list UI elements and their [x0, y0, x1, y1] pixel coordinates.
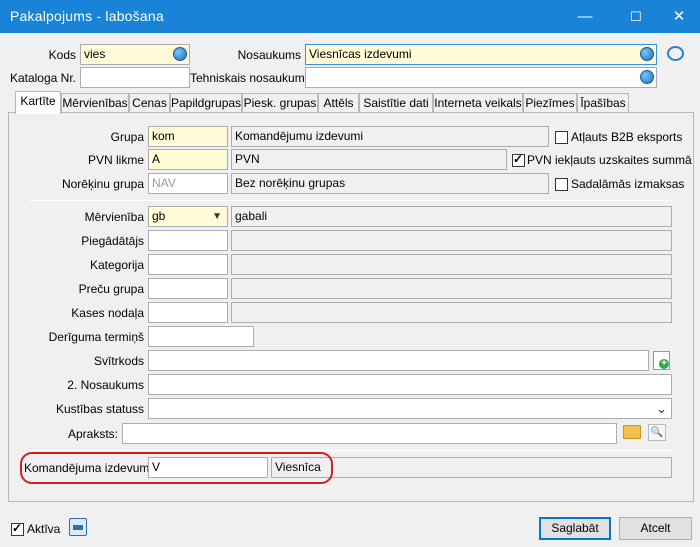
tab-piezimes[interactable]: Piezīmes: [523, 93, 577, 113]
tab-mervienibas[interactable]: Mērvienības: [61, 93, 129, 113]
pvn-code-input[interactable]: A: [148, 149, 228, 170]
tab-papildgrupas[interactable]: Papildgrupas: [170, 93, 242, 113]
tab-saistitie-dati[interactable]: Saistītie dati: [359, 93, 433, 113]
piegadatajs-input[interactable]: [148, 230, 228, 251]
tab-piesk-grupas[interactable]: Piesk. grupas: [242, 93, 318, 113]
nosaukums2-input[interactable]: [148, 374, 672, 395]
kustibas-select[interactable]: ⌄: [148, 398, 672, 419]
aktiva-label: Aktīva: [27, 522, 61, 536]
sadalamas-label: Sadalāmās izmaksas: [571, 177, 685, 191]
chat-icon[interactable]: [667, 46, 684, 61]
save-button[interactable]: Saglabāt: [539, 517, 611, 540]
cancel-button[interactable]: Atcelt: [619, 517, 692, 540]
separator: [30, 450, 672, 451]
pvn-label: PVN likme: [87, 153, 144, 167]
kataloga-label: Kataloga Nr.: [9, 71, 76, 85]
kods-label: Kods: [48, 48, 76, 62]
piegadatajs-label: Piegādātājs: [81, 234, 144, 248]
sadalamas-checkbox[interactable]: [555, 178, 568, 191]
nosaukums-input[interactable]: Viesnīcas izdevumi: [305, 44, 657, 65]
grupa-code-input[interactable]: kom: [148, 126, 228, 147]
grupa-name-field: Komandējumu izdevumi: [231, 126, 549, 147]
print-icon[interactable]: [69, 518, 87, 536]
add-barcode-icon[interactable]: +: [653, 351, 670, 370]
kategorija-input[interactable]: [148, 254, 228, 275]
chevron-down-icon[interactable]: ⌄: [656, 399, 667, 418]
tab-cenas[interactable]: Cenas: [129, 93, 170, 113]
apraksts-label: Apraksts:: [67, 427, 118, 441]
pvn-incl-label: PVN iekļauts uzskaites summā: [527, 153, 692, 167]
kategorija-label: Kategorija: [89, 258, 144, 272]
mervieniba-select[interactable]: gb ▼: [148, 206, 228, 227]
tab-interneta-veikals[interactable]: Interneta veikals: [433, 93, 523, 113]
globe-icon[interactable]: [173, 47, 187, 61]
apraksts-input[interactable]: [122, 423, 617, 444]
kustibas-label: Kustības statuss: [55, 402, 144, 416]
highlight-annotation: [20, 452, 333, 484]
deriguma-input[interactable]: [148, 326, 254, 347]
globe-icon[interactable]: [640, 47, 654, 61]
precu-grupa-label: Preču grupa: [78, 282, 144, 296]
window-title: Pakalpojums - labošana: [10, 8, 164, 24]
mervieniba-label: Mērvienība: [84, 210, 144, 224]
norekinu-label: Norēķinu grupa: [61, 177, 144, 191]
separator: [30, 200, 672, 201]
kases-input[interactable]: [148, 302, 228, 323]
tab-kartite[interactable]: Kartīte: [15, 91, 61, 114]
svitrkods-label: Svītrkods: [93, 354, 144, 368]
aktiva-checkbox[interactable]: [11, 521, 24, 536]
chevron-down-icon[interactable]: ▼: [212, 207, 222, 226]
tehniskais-label: Tehniskais nosaukums: [190, 71, 311, 85]
kataloga-input[interactable]: [80, 67, 190, 88]
folder-icon[interactable]: [623, 425, 641, 439]
tab-ipasibas[interactable]: Īpašības: [577, 93, 629, 113]
svitrkods-input[interactable]: [148, 350, 649, 371]
close-button[interactable]: ✕: [656, 0, 700, 33]
kases-label: Kases nodaļa: [71, 306, 144, 320]
title-bar: Pakalpojums - labošana — ☐ ✕: [0, 0, 700, 33]
kases-name-field: [231, 302, 672, 323]
mervieniba-code: gb: [152, 209, 166, 223]
pvn-name-field: PVN: [231, 149, 507, 170]
search-document-icon[interactable]: 🔍: [648, 424, 666, 441]
tehniskais-input[interactable]: [305, 67, 657, 88]
precu-grupa-name-field: [231, 278, 672, 299]
norekinu-name-field: Bez norēķinu grupas: [231, 173, 549, 194]
globe-icon[interactable]: [640, 70, 654, 84]
minimize-button[interactable]: —: [562, 0, 608, 33]
deriguma-label: Derīguma termiņš: [48, 330, 144, 344]
maximize-button[interactable]: ☐: [613, 0, 659, 33]
piegadatajs-name-field: [231, 230, 672, 251]
grupa-label: Grupa: [110, 130, 144, 144]
b2b-label: Atļauts B2B eksports: [571, 130, 683, 144]
b2b-checkbox[interactable]: [555, 131, 568, 144]
nosaukums2-label: 2. Nosaukums: [67, 378, 144, 392]
tab-attels[interactable]: Attēls: [318, 93, 359, 113]
pvn-incl-checkbox[interactable]: [512, 152, 525, 167]
norekinu-code-input[interactable]: NAV: [148, 173, 228, 194]
nosaukums-label: Nosaukums: [237, 48, 301, 62]
precu-grupa-input[interactable]: [148, 278, 228, 299]
mervieniba-name-field: gabali: [231, 206, 672, 227]
kategorija-name-field: [231, 254, 672, 275]
